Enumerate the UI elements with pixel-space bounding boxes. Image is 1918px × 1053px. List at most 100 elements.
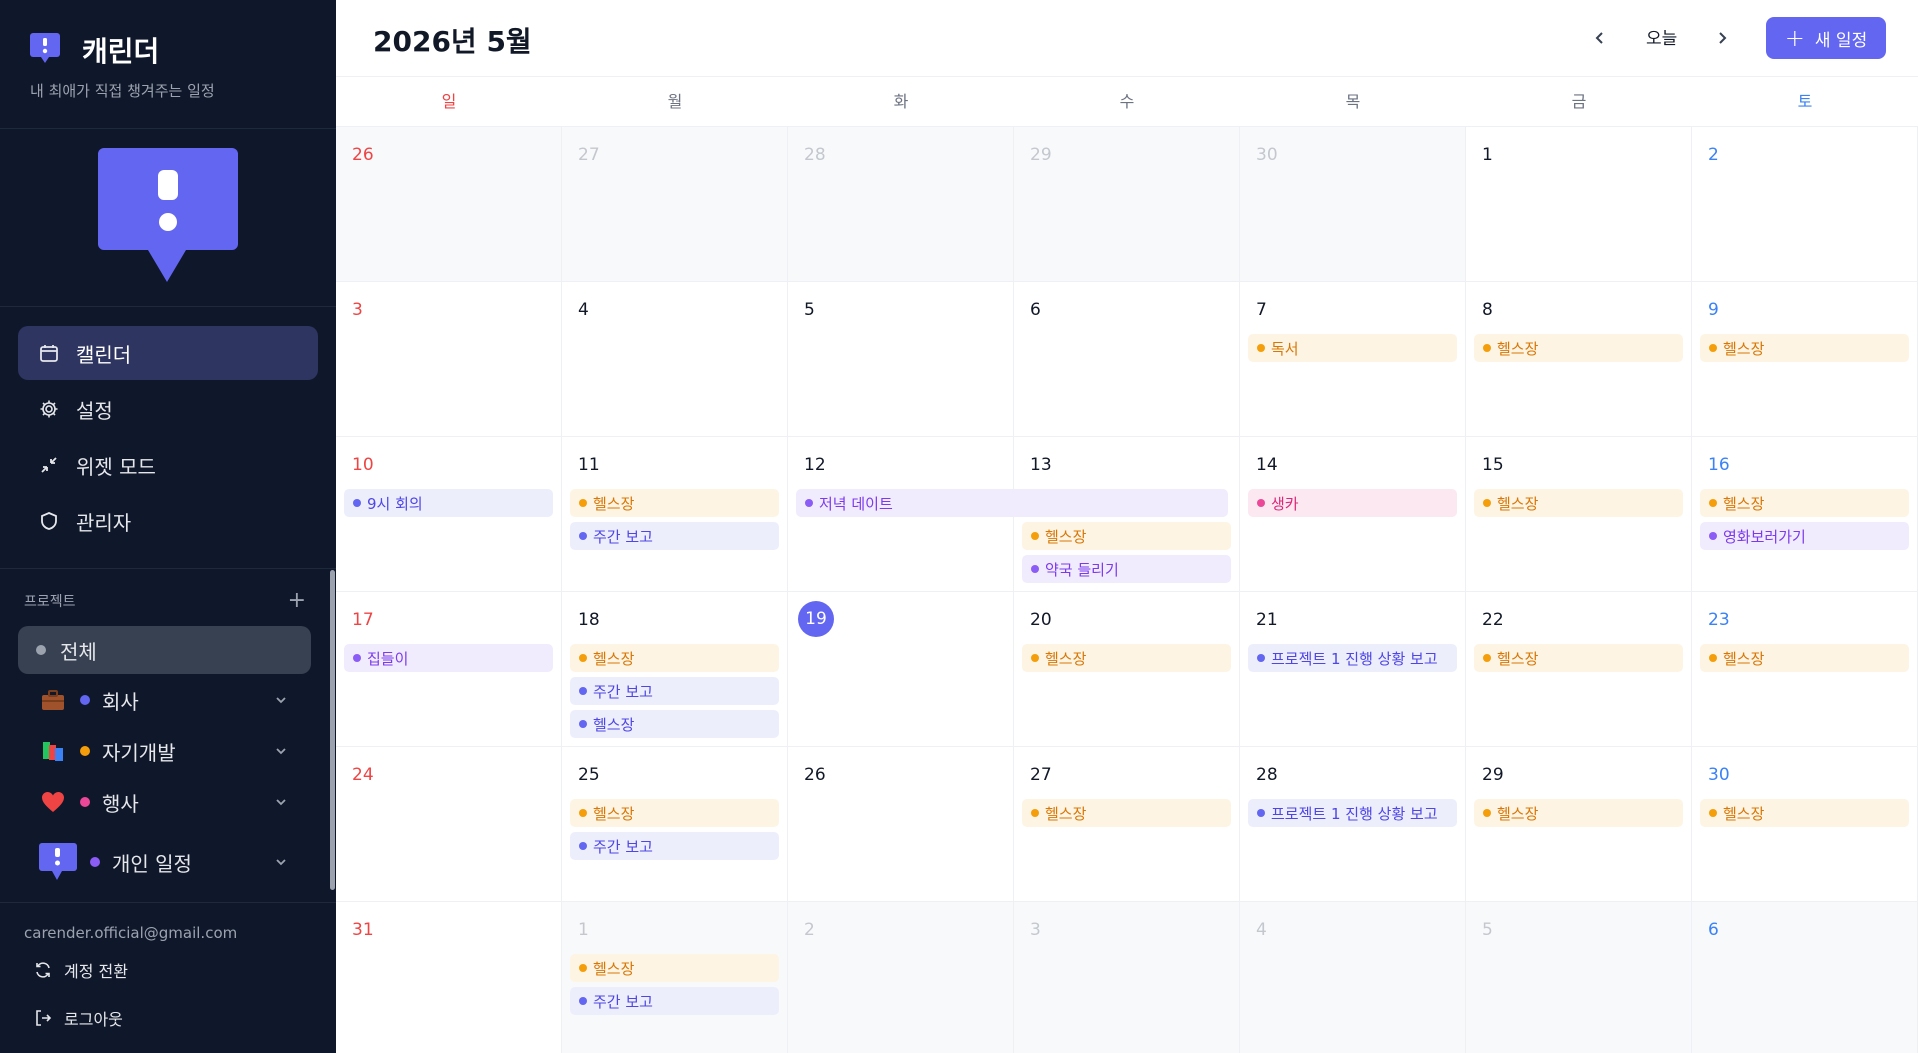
event-title: 독서 [1271,339,1299,358]
day-cell[interactable]: 5 [788,282,1014,437]
event-chip[interactable]: 헬스장 [1700,799,1909,827]
day-cell[interactable]: 23 헬스장 [1692,592,1918,747]
day-cell[interactable]: 16 헬스장 영화보러가기 [1692,437,1918,592]
event-chip[interactable]: 주간 보고 [570,987,779,1015]
event-chip[interactable]: 영화보러가기 [1700,522,1909,550]
day-cell[interactable]: 29 [1014,127,1240,282]
day-cell[interactable]: 30 [1240,127,1466,282]
project-all[interactable]: 전체 [18,626,311,674]
day-cell[interactable]: 10 9시 회의 [336,437,562,592]
day-cell[interactable]: 28 [788,127,1014,282]
project-events[interactable]: 행사 [18,778,310,826]
day-cell[interactable]: 1 [1466,127,1692,282]
day-cell[interactable]: 8 헬스장 [1466,282,1692,437]
nav-widget-mode[interactable]: 위젯 모드 [18,438,318,492]
project-company[interactable]: 회사 [18,676,310,724]
event-chip[interactable]: 헬스장 [1700,489,1909,517]
day-cell[interactable]: 28 프로젝트 1 진행 상황 보고 [1240,747,1466,902]
event-chip[interactable]: 헬스장 [1474,799,1683,827]
event-chip[interactable]: 헬스장 [1700,644,1909,672]
day-cell[interactable]: 4 [562,282,788,437]
day-cell[interactable]: 2 [1692,127,1918,282]
event-dot [805,499,813,507]
day-cell[interactable]: 6 [1014,282,1240,437]
day-cell[interactable]: 12 저녁 데이트 [788,437,1228,592]
chevron-down-icon[interactable] [274,795,288,809]
event-chip[interactable]: 헬스장 [570,710,779,738]
day-cell[interactable]: 29 헬스장 [1466,747,1692,902]
event-chip[interactable]: 헬스장 [1474,644,1683,672]
day-cell[interactable]: 26 [788,747,1014,902]
sidebar-scrollbar[interactable] [330,570,335,890]
day-cell[interactable]: 27 헬스장 [1014,747,1240,902]
day-cell[interactable]: 21 프로젝트 1 진행 상황 보고 [1240,592,1466,747]
project-personal[interactable]: 개인 일정 [18,834,310,890]
nav-calendar[interactable]: 캘린더 [18,326,318,380]
day-cell[interactable]: 15 헬스장 [1466,437,1692,592]
event-chip[interactable]: 독서 [1248,334,1457,362]
day-cell[interactable]: 24 [336,747,562,902]
event-chip[interactable]: 주간 보고 [570,677,779,705]
day-cell[interactable]: 17 집들이 [336,592,562,747]
next-month-button[interactable] [1708,24,1736,52]
date-number: 25 [578,765,600,785]
add-project-button[interactable]: + [288,590,306,612]
project-dot [80,746,90,756]
event-chip[interactable]: 헬스장 [1022,644,1231,672]
day-cell[interactable]: 1 헬스장 주간 보고 [562,902,788,1053]
new-event-button[interactable]: + 새 일정 [1766,17,1886,59]
event-chip[interactable]: 헬스장 [1022,522,1231,550]
event-title: 헬스장 [1045,804,1087,823]
day-cell[interactable]: 30 헬스장 [1692,747,1918,902]
event-chip[interactable]: 헬스장 [1474,334,1683,362]
date-number: 3 [352,300,363,320]
day-cell[interactable]: 3 [336,282,562,437]
event-chip[interactable]: 헬스장 [570,954,779,982]
event-chip[interactable]: 헬스장 [1022,799,1231,827]
event-chip[interactable]: 헬스장 [570,644,779,672]
day-cell[interactable]: 22 헬스장 [1466,592,1692,747]
day-cell[interactable]: 2 [788,902,1014,1053]
chevron-down-icon[interactable] [274,744,288,758]
event-chip[interactable]: 9시 회의 [344,489,553,517]
nav-settings[interactable]: 설정 [18,382,318,436]
day-cell[interactable]: 5 [1466,902,1692,1053]
today-button[interactable]: 오늘 [1646,24,1677,49]
logout-button[interactable]: 로그아웃 [34,1006,123,1030]
day-cell[interactable]: 3 [1014,902,1240,1053]
day-cell[interactable]: 18 헬스장 주간 보고 헬스장 [562,592,788,747]
event-chip[interactable]: 약국 들리기 [1022,555,1231,583]
prev-month-button[interactable] [1586,24,1614,52]
event-chip[interactable]: 프로젝트 1 진행 상황 보고 [1248,799,1457,827]
event-chip[interactable]: 헬스장 [570,799,779,827]
event-dot [579,997,587,1005]
switch-account-button[interactable]: 계정 전환 [34,958,128,982]
event-chip[interactable]: 주간 보고 [570,522,779,550]
chevron-down-icon[interactable] [274,693,288,707]
day-cell[interactable]: 26 [336,127,562,282]
event-chip[interactable]: 저녁 데이트 [796,489,1228,517]
nav-admin[interactable]: 관리자 [18,494,318,548]
event-chip[interactable]: 프로젝트 1 진행 상황 보고 [1248,644,1457,672]
event-chip[interactable]: 헬스장 [1474,489,1683,517]
day-cell[interactable]: 25 헬스장주간 보고 [562,747,788,902]
day-cell[interactable]: 7 독서 [1240,282,1466,437]
day-cell[interactable]: 27 [562,127,788,282]
event-chip[interactable]: 주간 보고 [570,832,779,860]
project-self-development[interactable]: 자기개발 [18,727,310,775]
day-cell[interactable]: 31 [336,902,562,1053]
event-title: 약국 들리기 [1045,560,1119,579]
event-chip[interactable]: 헬스장 [570,489,779,517]
day-cell[interactable]: 14 생카 [1240,437,1466,592]
day-cell[interactable]: 4 [1240,902,1466,1053]
brand[interactable]: 캐린더 [30,30,159,70]
day-cell[interactable]: 19 [788,592,1014,747]
chevron-down-icon[interactable] [274,855,288,869]
day-cell[interactable]: 6 [1692,902,1918,1053]
day-cell[interactable]: 11 헬스장 주간 보고 [562,437,788,592]
day-cell[interactable]: 9 헬스장 [1692,282,1918,437]
event-chip[interactable]: 헬스장 [1700,334,1909,362]
event-chip[interactable]: 집들이 [344,644,553,672]
event-chip[interactable]: 생카 [1248,489,1457,517]
day-cell[interactable]: 20 헬스장 [1014,592,1240,747]
